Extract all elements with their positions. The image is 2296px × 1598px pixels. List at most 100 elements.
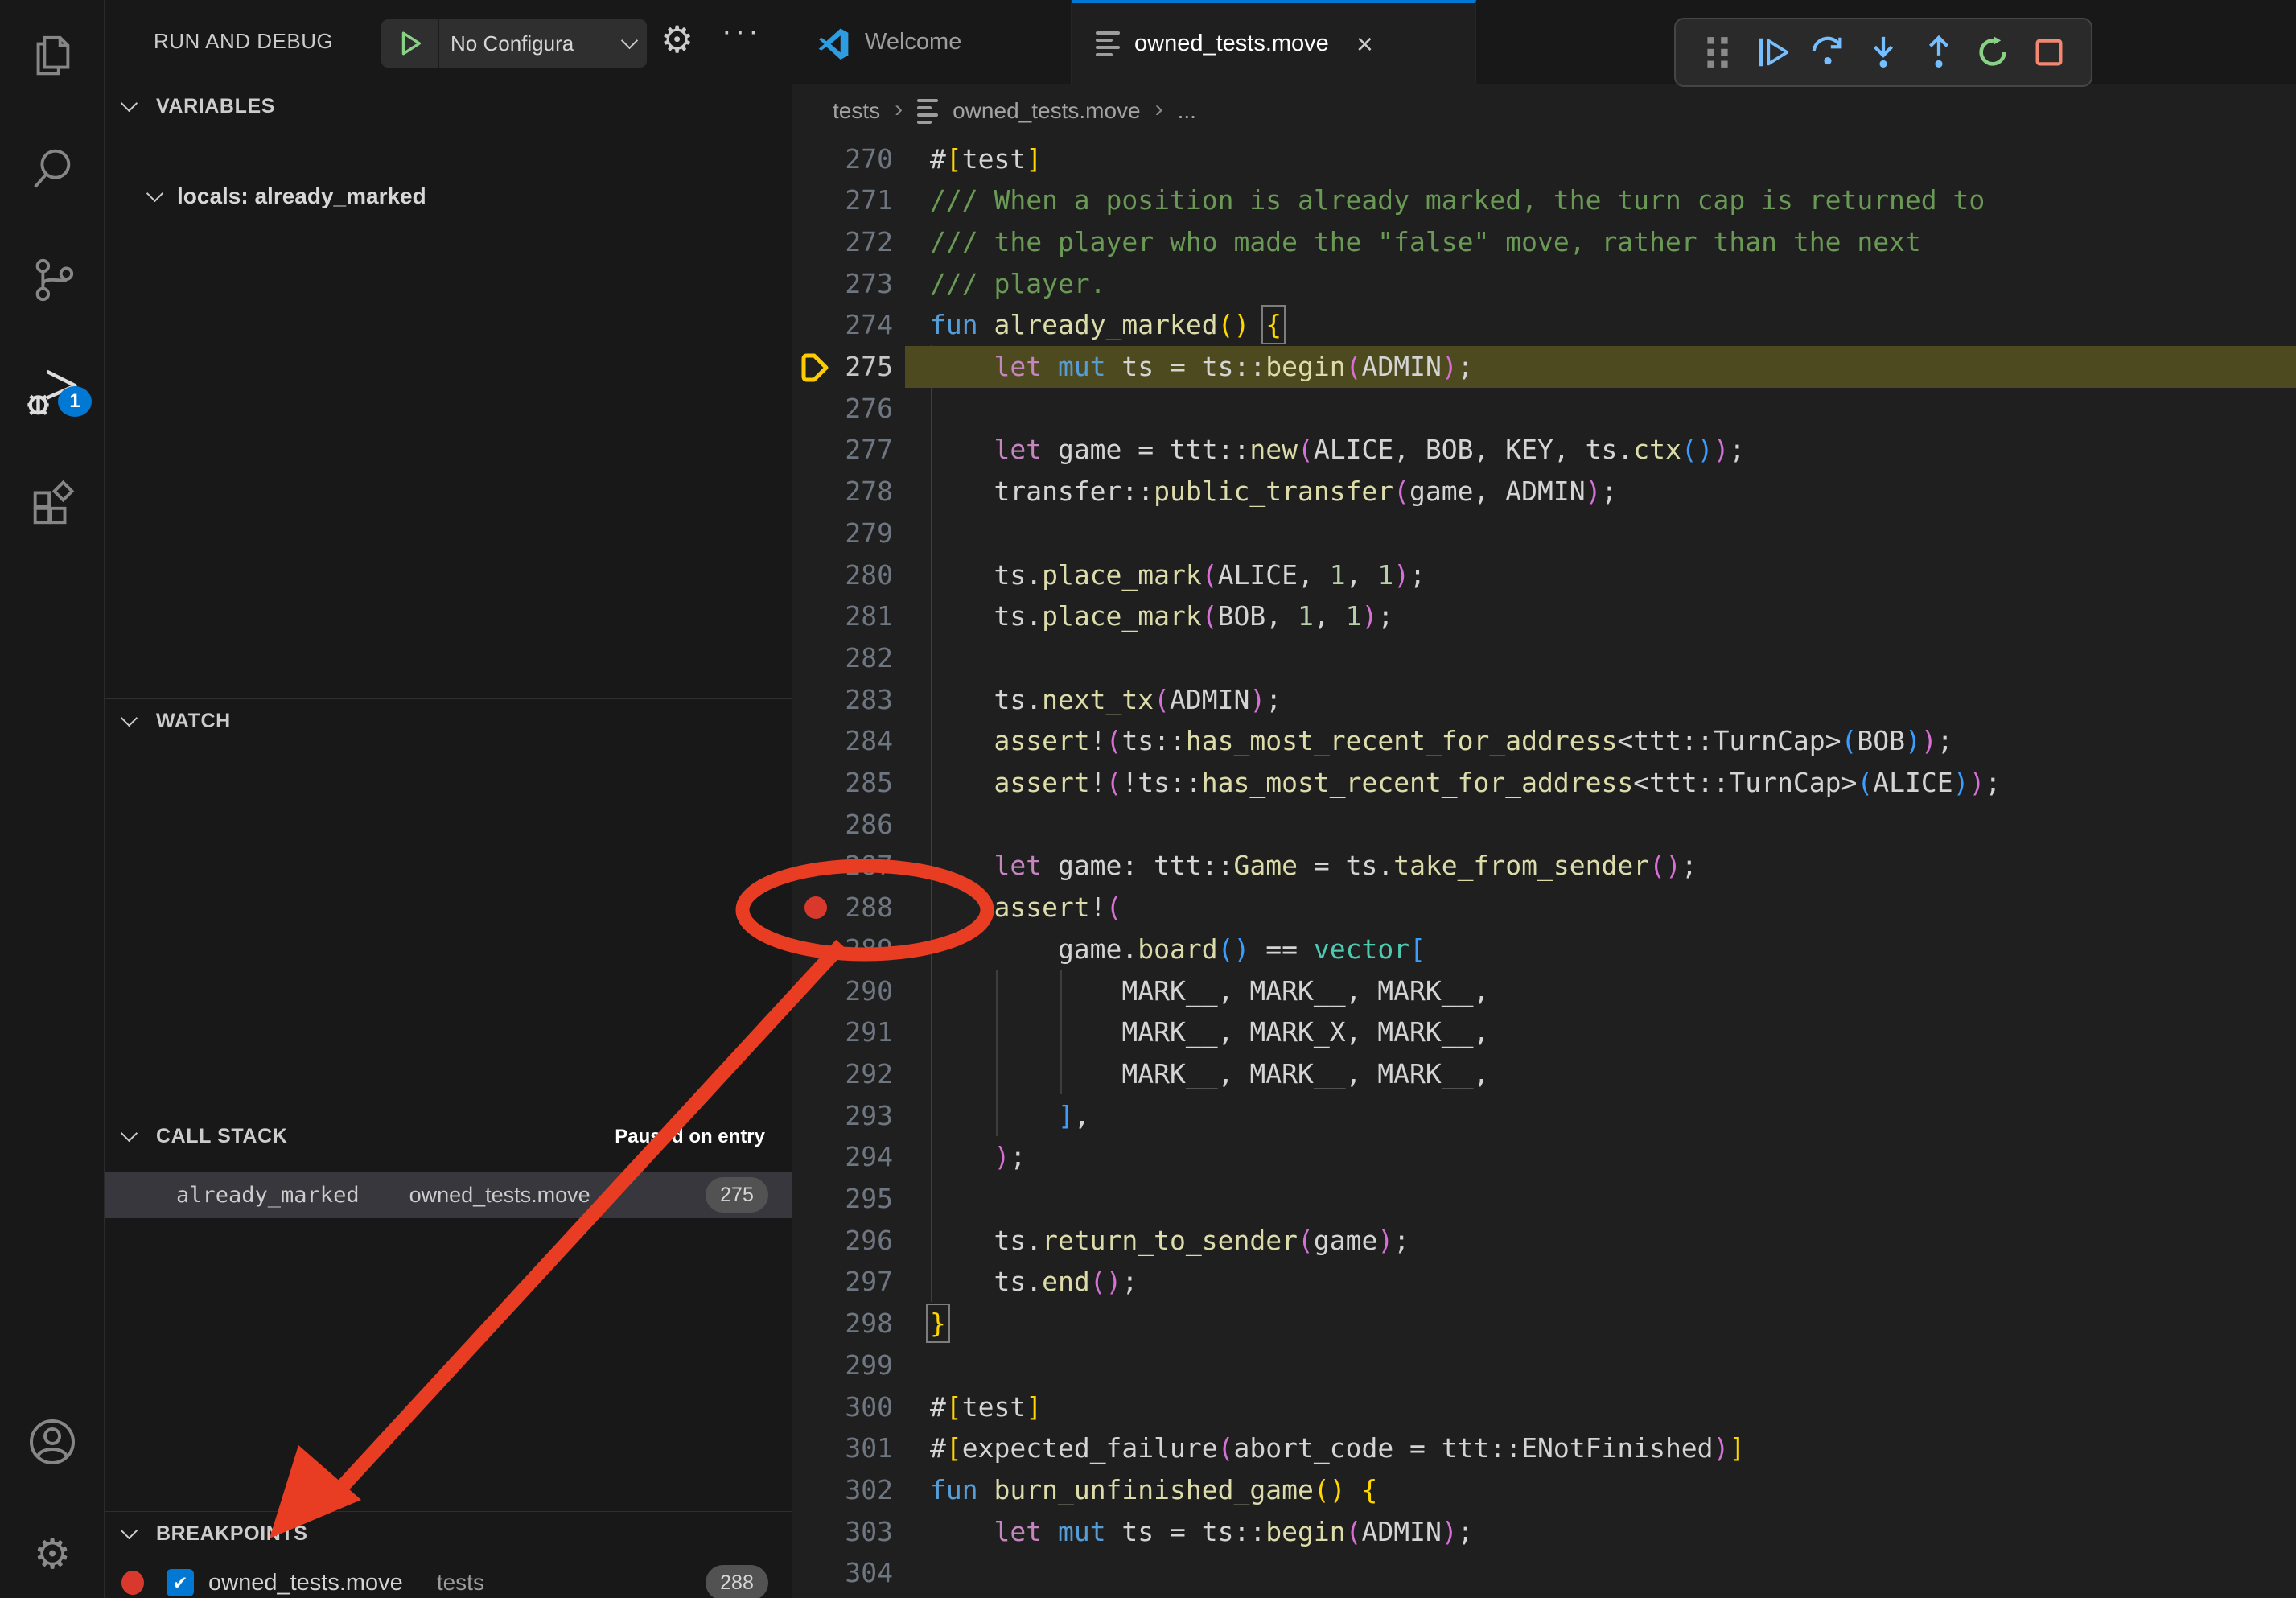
locals-scope-row[interactable]: locals: already_marked [105, 174, 792, 219]
extensions-icon[interactable] [0, 465, 105, 542]
call-stack-section-header[interactable]: CALL STACK Paused on entry [105, 1114, 792, 1159]
gutter[interactable] [792, 887, 837, 929]
search-icon[interactable] [0, 130, 105, 208]
run-and-debug-icon[interactable]: 1 [0, 354, 105, 431]
gutter[interactable] [792, 678, 837, 720]
gutter[interactable] [792, 720, 837, 762]
breadcrumb-more[interactable]: ... [1178, 98, 1196, 124]
code-editor[interactable]: 270#[test]271/// When a position is alre… [792, 138, 2296, 1598]
code-line-273[interactable]: 273/// player. [792, 262, 2296, 304]
breakpoint-checkbox[interactable]: ✔ [167, 1569, 194, 1596]
gutter[interactable] [792, 554, 837, 595]
code-line-277[interactable]: 277 let game = ttt::new(ALICE, BOB, KEY,… [792, 429, 2296, 471]
code-line-287[interactable]: 287 let game: ttt::Game = ts.take_from_s… [792, 845, 2296, 887]
code-line-303[interactable]: 303 let mut ts = ts::begin(ADMIN); [792, 1510, 2296, 1552]
tab-owned-tests-move[interactable]: owned_tests.move × [1072, 0, 1476, 84]
gutter[interactable] [792, 512, 837, 554]
variables-section-header[interactable]: VARIABLES [105, 84, 792, 129]
gutter[interactable] [792, 1510, 837, 1552]
gutter[interactable] [792, 1094, 837, 1136]
code-line-284[interactable]: 284 assert!(ts::has_most_recent_for_addr… [792, 720, 2296, 762]
gutter[interactable] [792, 845, 837, 887]
gutter[interactable] [792, 970, 837, 1011]
code-line-289[interactable]: 289 game.board() == vector[ [792, 928, 2296, 970]
close-icon[interactable]: × [1356, 27, 1373, 61]
gutter[interactable] [792, 346, 837, 388]
code-line-301[interactable]: 301#[expected_failure(abort_code = ttt::… [792, 1427, 2296, 1469]
code-line-288[interactable]: 288 assert!( [792, 887, 2296, 929]
debug-settings-gear-icon[interactable]: ⚙ [660, 18, 693, 61]
gutter[interactable] [792, 220, 837, 262]
code-line-281[interactable]: 281 ts.place_mark(BOB, 1, 1); [792, 595, 2296, 637]
gutter[interactable] [792, 1011, 837, 1053]
breakpoints-section-header[interactable]: BREAKPOINTS [105, 1511, 792, 1556]
settings-gear-icon[interactable]: ⚙ [0, 1516, 105, 1593]
gutter[interactable] [792, 1303, 837, 1345]
code-line-298[interactable]: 298} [792, 1303, 2296, 1345]
gutter[interactable] [792, 387, 837, 429]
gutter[interactable] [792, 304, 837, 346]
gutter[interactable] [792, 1178, 837, 1220]
code-line-299[interactable]: 299 [792, 1344, 2296, 1386]
code-line-271[interactable]: 271/// When a position is already marked… [792, 179, 2296, 221]
restart-icon[interactable] [1973, 31, 2014, 73]
code-line-279[interactable]: 279 [792, 512, 2296, 554]
code-line-285[interactable]: 285 assert!(!ts::has_most_recent_for_add… [792, 762, 2296, 804]
gutter[interactable] [792, 1261, 837, 1303]
gutter[interactable] [792, 1052, 837, 1094]
call-stack-frame-row[interactable]: already_marked owned_tests.move 275 [105, 1172, 792, 1218]
gutter[interactable] [792, 262, 837, 304]
breadcrumb-file[interactable]: owned_tests.move [953, 98, 1140, 124]
breakpoint-list-item[interactable]: ✔ owned_tests.move tests 288 [105, 1559, 792, 1598]
code-line-276[interactable]: 276 [792, 387, 2296, 429]
code-line-278[interactable]: 278 transfer::public_transfer(game, ADMI… [792, 471, 2296, 513]
gutter[interactable] [792, 138, 837, 179]
gutter[interactable] [792, 636, 837, 678]
watch-section-header[interactable]: WATCH [105, 698, 792, 743]
code-line-283[interactable]: 283 ts.next_tx(ADMIN); [792, 678, 2296, 720]
code-line-275[interactable]: 275 let mut ts = ts::begin(ADMIN); [792, 346, 2296, 388]
breakpoint-dot-icon[interactable] [804, 896, 827, 919]
gutter[interactable] [792, 1427, 837, 1469]
code-line-300[interactable]: 300#[test] [792, 1386, 2296, 1427]
code-line-295[interactable]: 295 [792, 1178, 2296, 1220]
code-line-280[interactable]: 280 ts.place_mark(ALICE, 1, 1); [792, 554, 2296, 595]
gutter[interactable] [792, 1219, 837, 1261]
gutter[interactable] [792, 803, 837, 845]
step-over-icon[interactable] [1807, 31, 1849, 73]
source-control-icon[interactable] [0, 241, 105, 319]
code-line-302[interactable]: 302fun burn_unfinished_game() { [792, 1468, 2296, 1510]
code-line-294[interactable]: 294 ); [792, 1136, 2296, 1178]
explorer-icon[interactable] [0, 18, 105, 95]
gutter[interactable] [792, 179, 837, 221]
code-line-274[interactable]: 274fun already_marked() { [792, 304, 2296, 346]
code-line-272[interactable]: 272/// the player who made the "false" m… [792, 220, 2296, 262]
breadcrumb-folder[interactable]: tests [833, 98, 880, 124]
code-line-292[interactable]: 292 MARK__, MARK__, MARK__, [792, 1052, 2296, 1094]
stop-icon[interactable] [2028, 31, 2070, 73]
code-line-282[interactable]: 282 [792, 636, 2296, 678]
account-icon[interactable] [0, 1403, 105, 1481]
run-config-label[interactable]: No Configura [439, 31, 623, 56]
tab-welcome[interactable]: Welcome [792, 0, 1072, 84]
code-line-296[interactable]: 296 ts.return_to_sender(game); [792, 1219, 2296, 1261]
gutter[interactable] [792, 762, 837, 804]
step-out-icon[interactable] [1918, 31, 1960, 73]
gutter[interactable] [792, 928, 837, 970]
gutter[interactable] [792, 1344, 837, 1386]
start-debug-icon[interactable] [381, 19, 439, 68]
code-line-270[interactable]: 270#[test] [792, 138, 2296, 179]
code-line-286[interactable]: 286 [792, 803, 2296, 845]
gutter[interactable] [792, 595, 837, 637]
gutter[interactable] [792, 429, 837, 471]
gutter[interactable] [792, 1136, 837, 1178]
continue-icon[interactable] [1752, 31, 1794, 73]
drag-handle-icon[interactable] [1697, 31, 1738, 73]
code-line-304[interactable]: 304 [792, 1552, 2296, 1594]
code-line-293[interactable]: 293 ], [792, 1094, 2296, 1136]
code-line-297[interactable]: 297 ts.end(); [792, 1261, 2296, 1303]
code-line-291[interactable]: 291 MARK__, MARK_X, MARK__, [792, 1011, 2296, 1053]
gutter[interactable] [792, 1552, 837, 1594]
gutter[interactable] [792, 471, 837, 513]
gutter[interactable] [792, 1468, 837, 1510]
